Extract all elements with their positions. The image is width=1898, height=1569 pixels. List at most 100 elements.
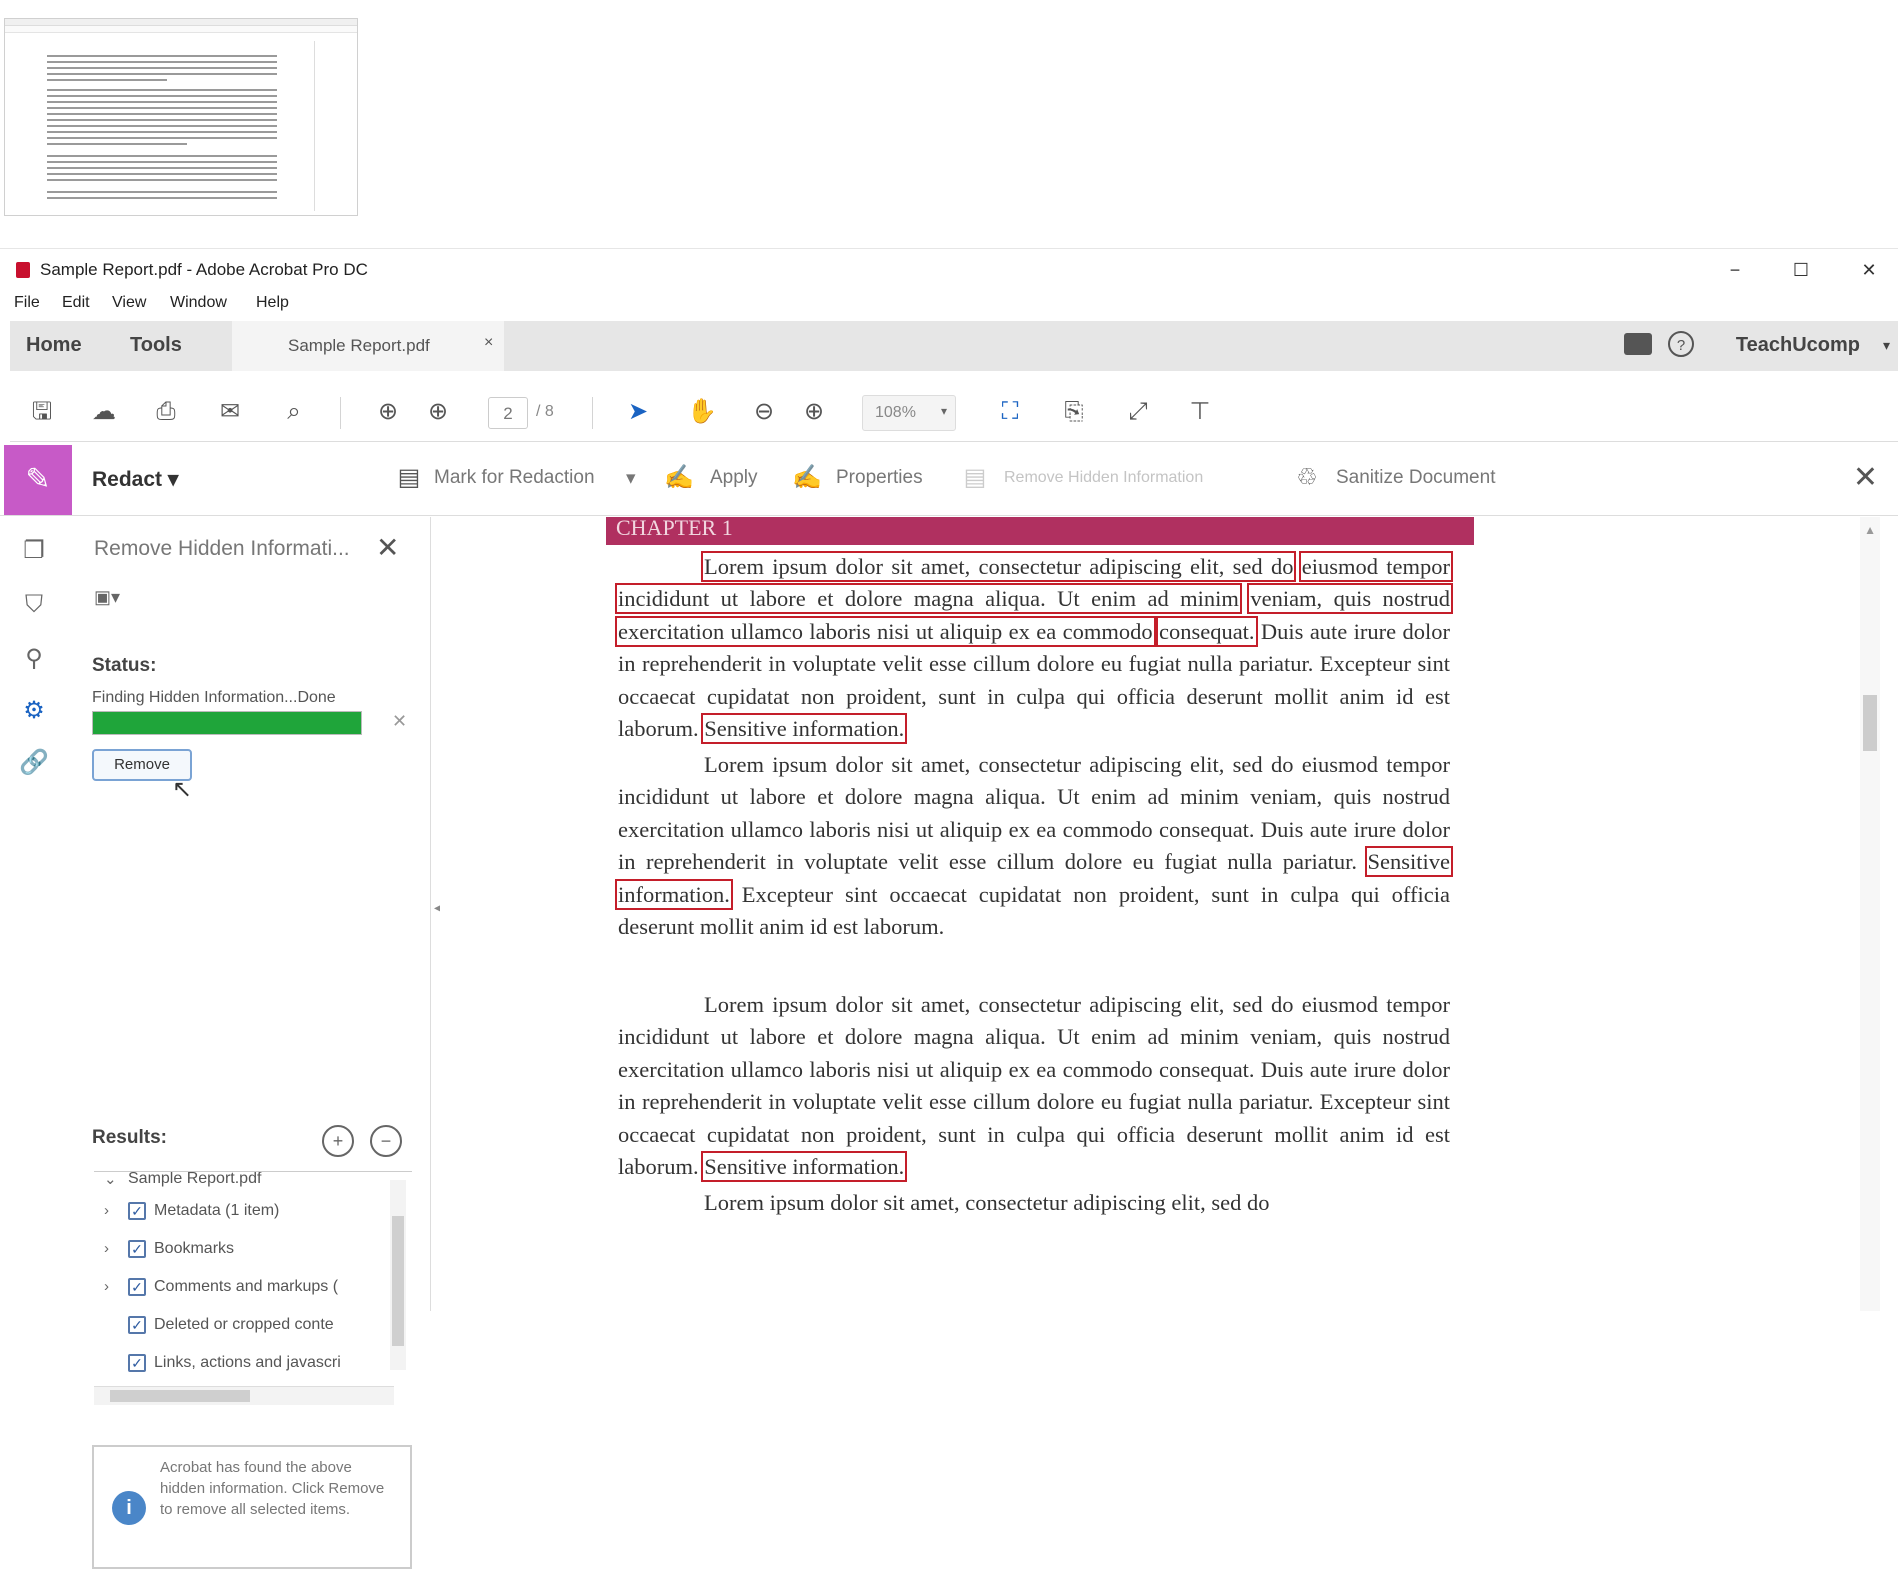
cancel-progress-icon[interactable]: ✕	[392, 711, 407, 732]
redaction-mark[interactable]: Sensitive information.	[701, 1151, 908, 1183]
toolbar-divider	[340, 397, 341, 429]
window-close-button[interactable]: ✕	[1856, 257, 1882, 283]
apply-icon[interactable]: ✍	[664, 462, 694, 494]
email-icon[interactable]: ✉	[214, 397, 246, 427]
scroll-up-icon[interactable]: ▲	[1864, 523, 1876, 537]
close-redact-toolbar-icon[interactable]: ✕	[1853, 460, 1878, 495]
menu-help[interactable]: Help	[256, 294, 289, 312]
attachment-icon[interactable]: 🔗	[18, 747, 50, 779]
paragraph-3: Lorem ipsum dolor sit amet, consectetur …	[618, 989, 1450, 1183]
progress-bar	[92, 711, 362, 735]
document-scrollbar[interactable]: ▲	[1860, 517, 1880, 1311]
zoom-select[interactable]: 108% ▾	[862, 395, 956, 431]
search-results-icon[interactable]: ⚲	[18, 643, 50, 675]
tree-item[interactable]: ✓ Links, actions and javascri	[94, 1350, 394, 1378]
main-toolbar: 🖫 ☁ ⎙ ✉ ⌕ ⊕ ⊕ 2 / 8 ➤ ✋ ⊖ ⊕ 108% ▾ ⛶ ⎘ ⤢…	[10, 379, 1898, 442]
tree-item-label: Links, actions and javascri	[154, 1354, 341, 1371]
redaction-mark[interactable]: Lorem ipsum dolor sit amet, consectetur …	[700, 551, 1297, 582]
remove-hidden-icon: ▤	[963, 464, 987, 491]
checkbox-icon[interactable]: ✓	[128, 1202, 146, 1220]
chevron-right-icon[interactable]: ›	[104, 1202, 109, 1219]
menu-window[interactable]: Window	[170, 294, 227, 312]
menu-edit[interactable]: Edit	[62, 294, 90, 312]
full-screen-icon[interactable]: ⤢	[1122, 397, 1154, 427]
page-up-icon[interactable]: ⊕	[372, 397, 404, 427]
checkbox-icon[interactable]: ✓	[128, 1278, 146, 1296]
minimize-button[interactable]: −	[1722, 257, 1748, 283]
document-view: CHAPTER 1 Lorem ipsum dolor sit amet, co…	[440, 517, 1880, 1311]
redaction-mark[interactable]: Sensitive information.	[701, 713, 908, 745]
page-down-icon[interactable]: ⊕	[422, 397, 454, 427]
redaction-mark[interactable]: consequat.	[1155, 615, 1258, 647]
pointer-icon[interactable]: ➤	[622, 397, 654, 427]
tab-home[interactable]: Home	[26, 334, 82, 357]
cloud-upload-icon[interactable]: ☁	[88, 397, 120, 427]
page-thumbnails-icon[interactable]: ❐	[18, 535, 50, 567]
checkbox-icon[interactable]: ✓	[128, 1354, 146, 1372]
mouse-cursor-icon: ↖	[172, 776, 193, 803]
results-tree: ⌄ Sample Report.pdf › ✓ Metadata (1 item…	[94, 1171, 412, 1412]
remove-hidden-panel-icon[interactable]: ⚙	[18, 695, 50, 727]
menu-file[interactable]: File	[14, 294, 40, 312]
user-dropdown-icon[interactable]: ▾	[1883, 337, 1890, 354]
chevron-right-icon[interactable]: ›	[104, 1240, 109, 1257]
redact-tool-icon[interactable]: ✎	[4, 445, 72, 515]
panel-close-icon[interactable]: ✕	[376, 531, 399, 564]
document-tab-close-icon[interactable]: ×	[484, 334, 493, 352]
paragraph-1: Lorem ipsum dolor sit amet, consectetur …	[614, 550, 1454, 745]
remove-hidden-information-button[interactable]: Remove Hidden Information	[1004, 469, 1203, 487]
mark-redaction-dropdown-icon[interactable]: ▾	[626, 467, 636, 490]
page-number-input[interactable]: 2	[488, 397, 528, 429]
fit-page-icon[interactable]: ⎘	[1058, 397, 1090, 427]
paragraph-text: Excepteur sint occaecat cupidatat non pr…	[618, 881, 1450, 940]
tree-root[interactable]: ⌄ Sample Report.pdf	[94, 1172, 394, 1194]
sanitize-document-button[interactable]: Sanitize Document	[1336, 467, 1495, 489]
properties-button[interactable]: Properties	[836, 467, 923, 489]
search-icon[interactable]: ⌕	[278, 397, 310, 427]
comment-icon[interactable]	[1624, 333, 1652, 355]
title-bar: Sample Report.pdf - Adobe Acrobat Pro DC…	[0, 249, 1898, 289]
tree-horizontal-scrollbar[interactable]	[94, 1386, 394, 1405]
maximize-button[interactable]: ☐	[1788, 257, 1814, 283]
sanitize-icon[interactable]: ♲	[1292, 462, 1322, 494]
tree-item[interactable]: ✓ Deleted or cropped conte	[94, 1312, 394, 1340]
document-scroll-thumb[interactable]	[1863, 695, 1877, 751]
apply-button[interactable]: Apply	[710, 467, 758, 489]
chevron-down-icon[interactable]: ⌄	[104, 1172, 117, 1188]
user-account[interactable]: TeachUcomp	[1736, 334, 1860, 357]
zoom-out-icon[interactable]: ⊖	[748, 397, 780, 427]
bookmark-icon[interactable]: ⛉	[18, 589, 50, 621]
paragraph-text: Lorem ipsum dolor sit amet, consectetur …	[618, 752, 1450, 875]
checkbox-icon[interactable]: ✓	[128, 1316, 146, 1334]
tab-tools[interactable]: Tools	[130, 334, 182, 357]
menu-view[interactable]: View	[112, 294, 146, 312]
tree-vertical-scrollbar[interactable]	[390, 1180, 406, 1370]
fit-width-icon[interactable]: ⛶	[994, 397, 1026, 427]
left-navigation-rail: ❐ ⛉ ⚲ ⚙ 🔗	[0, 517, 70, 1311]
chevron-right-icon[interactable]: ›	[104, 1278, 109, 1295]
help-icon[interactable]: ?	[1668, 331, 1694, 357]
panel-options-icon[interactable]: ▣▾	[94, 587, 138, 615]
paragraph-4: Lorem ipsum dolor sit amet, consectetur …	[618, 1187, 1450, 1219]
hand-icon[interactable]: ✋	[686, 397, 718, 427]
tree-item[interactable]: › ✓ Comments and markups (	[94, 1274, 394, 1302]
tab-document[interactable]: Sample Report.pdf ×	[232, 321, 504, 371]
zoom-in-icon[interactable]: ⊕	[798, 397, 830, 427]
tree-scroll-thumb[interactable]	[392, 1216, 404, 1346]
tree-item[interactable]: › ✓ Bookmarks	[94, 1236, 394, 1264]
mark-redaction-icon[interactable]: ▤	[394, 462, 424, 494]
properties-icon[interactable]: ✍	[792, 462, 822, 494]
toolbar-divider	[592, 397, 593, 429]
tree-item[interactable]: › ✓ Metadata (1 item)	[94, 1198, 394, 1226]
save-icon[interactable]: 🖫	[26, 397, 58, 427]
collapse-all-icon[interactable]: −	[370, 1125, 402, 1157]
expand-all-icon[interactable]: +	[322, 1125, 354, 1157]
paragraph-text: Lorem ipsum dolor sit amet, consectetur …	[618, 992, 1450, 1180]
checkbox-icon[interactable]: ✓	[128, 1240, 146, 1258]
tree-hscroll-thumb[interactable]	[110, 1390, 250, 1402]
mark-for-redaction-button[interactable]: Mark for Redaction	[434, 467, 595, 489]
redact-menu[interactable]: Redact ▾	[92, 467, 178, 492]
tree-item-label: Metadata (1 item)	[154, 1202, 280, 1219]
print-icon[interactable]: ⎙	[150, 397, 182, 427]
highlight-icon[interactable]: ⊤	[1184, 397, 1216, 427]
